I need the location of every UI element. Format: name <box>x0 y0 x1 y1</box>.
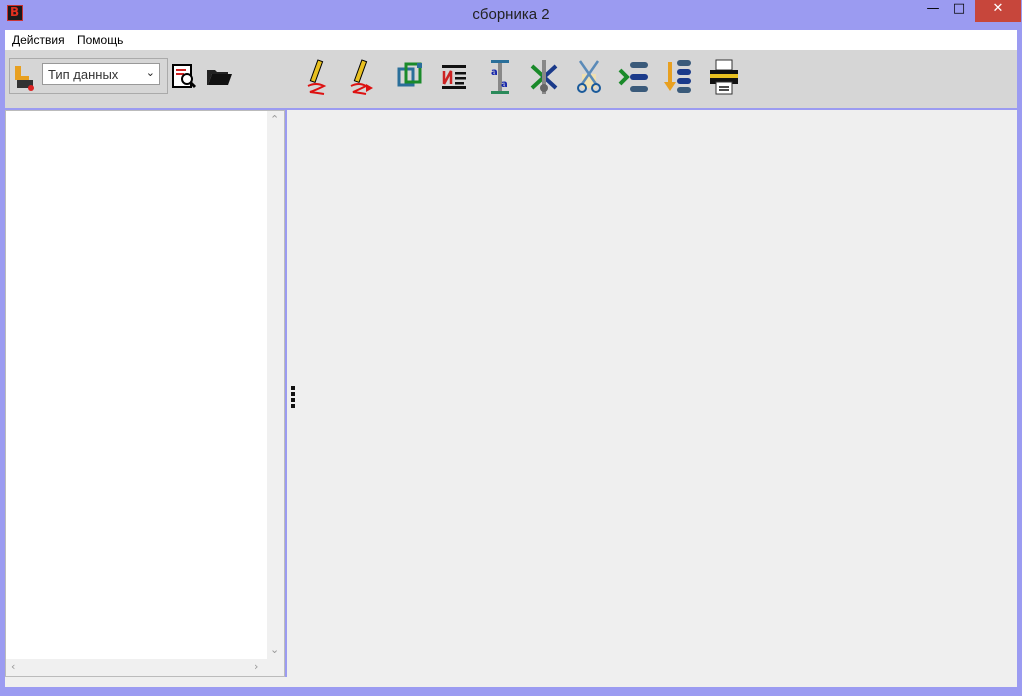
data-type-select-value: Тип данных <box>48 67 119 82</box>
tree-panel[interactable]: ⌃ ⌄ ‹ › <box>5 110 285 677</box>
scroll-down-icon[interactable]: ⌄ <box>270 643 279 656</box>
scroll-corner <box>267 659 284 676</box>
edit-pencil-arrow-icon <box>350 59 373 95</box>
download-to-disk-icon <box>15 66 34 91</box>
data-type-select[interactable]: Тип данных ⌄ <box>42 63 160 85</box>
title-bar[interactable]: B сборника 2 — □ ✕ <box>0 0 1022 30</box>
chevron-down-icon: ⌄ <box>145 66 155 79</box>
window-title: сборника 2 <box>472 6 550 23</box>
maximize-button[interactable]: □ <box>944 0 974 22</box>
scroll-right-icon[interactable]: › <box>254 660 258 673</box>
cut-button[interactable] <box>572 58 606 96</box>
find-document-icon <box>172 64 197 89</box>
list-move-down-icon <box>664 60 691 93</box>
list-insert-button[interactable] <box>617 58 651 96</box>
status-bar <box>5 677 287 687</box>
merge-button[interactable] <box>527 58 561 96</box>
panel-splitter-grip[interactable] <box>291 386 296 414</box>
edit-arrow-button[interactable] <box>344 58 378 96</box>
menu-actions[interactable]: Действия <box>12 33 65 47</box>
menu-help[interactable]: Помощь <box>77 33 123 47</box>
close-icon: ✕ <box>992 1 1004 16</box>
svg-text:a: a <box>501 79 508 90</box>
main-content-area[interactable] <box>287 110 1017 687</box>
application-window: B сборника 2 — □ ✕ Действия Помощь Тип д… <box>0 0 1022 696</box>
print-icon <box>710 59 738 95</box>
toolbar: Тип данных ⌄ a a <box>5 50 1017 108</box>
close-button[interactable]: ✕ <box>975 0 1021 22</box>
edit-button[interactable] <box>300 58 334 96</box>
copy-frames-icon <box>397 62 422 87</box>
vertical-scrollbar[interactable]: ⌃ ⌄ <box>267 111 284 659</box>
find-document-button[interactable] <box>166 57 200 95</box>
open-folder-button[interactable] <box>202 57 236 95</box>
merge-arrows-icon <box>530 60 558 94</box>
svg-text:a: a <box>491 67 498 78</box>
cut-scissors-icon <box>577 60 601 93</box>
open-folder-icon <box>207 70 232 85</box>
list-move-down-button[interactable] <box>662 58 696 96</box>
window-bottom-border <box>0 687 1022 696</box>
scroll-up-icon[interactable]: ⌃ <box>270 113 279 126</box>
list-insert-icon <box>618 62 648 92</box>
copy-frames-button[interactable] <box>393 58 427 96</box>
edit-pencil-icon <box>307 59 327 95</box>
text-replace-button[interactable]: a a <box>483 58 517 96</box>
menu-bar: Действия Помощь <box>5 30 1017 50</box>
scroll-left-icon[interactable]: ‹ <box>11 660 15 673</box>
horizontal-scrollbar[interactable]: ‹ › <box>6 659 268 676</box>
print-button[interactable] <box>707 58 741 96</box>
download-to-disk-button[interactable] <box>10 58 40 96</box>
maximize-icon: □ <box>952 1 966 16</box>
text-edit-icon <box>442 65 466 89</box>
text-edit-button[interactable] <box>437 58 471 96</box>
text-replace-icon: a a <box>491 60 509 94</box>
